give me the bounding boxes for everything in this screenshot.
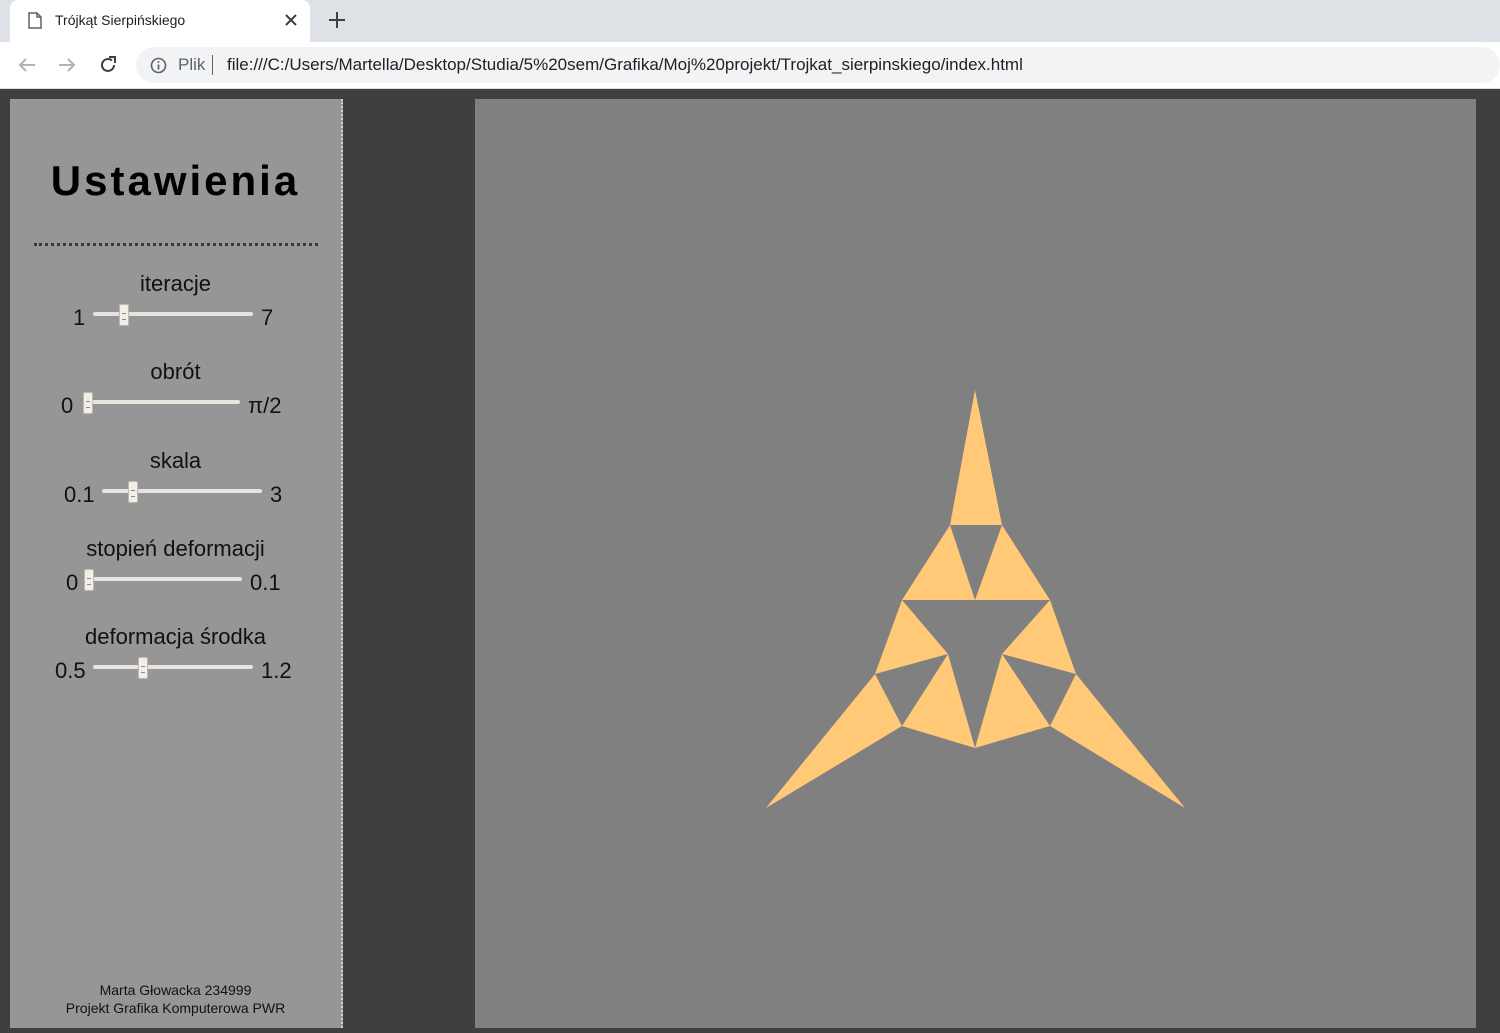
control-label: skala [149, 448, 202, 473]
slider-thumb[interactable] [119, 304, 129, 326]
browser-tab[interactable]: Trójkąt Sierpińskiego [10, 0, 310, 42]
info-icon[interactable] [150, 57, 167, 79]
fractal-triangle [950, 390, 1002, 525]
center-deformation-control: deformacja środka 0.5 1.2 [10, 624, 341, 694]
rotation-control: obrót 0 π/2 [10, 359, 341, 429]
range-max-label: 1.2 [261, 658, 292, 683]
control-label: obrót [150, 359, 201, 384]
fractal-triangle [875, 600, 948, 674]
tab-strip: Trójkąt Sierpińskiego [0, 0, 1500, 42]
url-text[interactable]: file:///C:/Users/Martella/Desktop/Studia… [227, 55, 1023, 75]
rotation-slider[interactable] [83, 400, 240, 404]
reload-icon[interactable] [97, 54, 119, 81]
range-min-label: 0 [66, 570, 79, 595]
sierpinski-drawing [766, 390, 1185, 808]
sierpinski-triangles [766, 390, 1185, 808]
forward-arrow-icon[interactable] [56, 54, 78, 81]
new-tab-icon[interactable] [326, 9, 348, 36]
fractal-triangle [975, 525, 1050, 600]
slider-thumb[interactable] [83, 392, 93, 414]
range-max-label: 0.1 [250, 570, 281, 595]
page: Ustawienia iteracje 1 7 obrót 0 π/2 skal… [0, 89, 1500, 1028]
center-deformation-slider[interactable] [93, 665, 253, 669]
range-min-label: 0.5 [55, 658, 86, 683]
range-min-label: 0.1 [64, 482, 95, 507]
range-max-label: 3 [270, 482, 283, 507]
range-max-label: π/2 [248, 393, 282, 418]
slider-thumb[interactable] [84, 569, 94, 591]
range-max-label: 7 [261, 305, 274, 330]
fractal-triangle [1050, 674, 1185, 808]
credits: Marta Głowacka 234999 Projekt Grafika Ko… [10, 981, 341, 1017]
iterations-slider[interactable] [93, 312, 253, 316]
range-min-label: 0 [61, 393, 74, 418]
security-label: Plik [178, 55, 206, 74]
tab-title: Trójkąt Sierpińskiego [55, 12, 186, 28]
slider-thumb[interactable] [138, 657, 148, 679]
fractal-triangle [766, 674, 902, 808]
fractal-triangle [902, 654, 975, 748]
range-min-label: 1 [73, 305, 86, 330]
settings-panel: Ustawienia iteracje 1 7 obrót 0 π/2 skal… [10, 99, 343, 1028]
browser-toolbar: Plik file:///C:/Users/Martella/Desktop/S… [0, 42, 1500, 89]
divider [34, 243, 318, 246]
iterations-control: iteracje 1 7 [10, 271, 341, 341]
address-bar[interactable]: Plik file:///C:/Users/Martella/Desktop/S… [136, 47, 1500, 83]
document-icon [28, 12, 42, 34]
deformation-degree-slider[interactable] [84, 577, 242, 581]
project-line: Projekt Grafika Komputerowa PWR [65, 1000, 286, 1016]
control-label: iteracje [140, 271, 211, 296]
deformation-degree-control: stopień deformacji 0 0.1 [10, 536, 341, 606]
close-tab-icon[interactable] [280, 9, 302, 36]
panel-title: Ustawienia [50, 157, 301, 204]
scale-slider[interactable] [102, 489, 262, 493]
slider-thumb[interactable] [128, 481, 138, 503]
back-arrow-icon[interactable] [16, 54, 38, 81]
render-canvas[interactable] [475, 99, 1476, 1028]
fractal-triangle [1002, 600, 1076, 674]
fractal-triangle [902, 525, 975, 600]
separator [212, 55, 213, 75]
control-label: deformacja środka [85, 624, 266, 649]
fractal-triangle [975, 654, 1050, 748]
author-line: Marta Głowacka 234999 [99, 982, 252, 998]
scale-control: skala 0.1 3 [10, 448, 341, 518]
control-label: stopień deformacji [86, 536, 265, 561]
